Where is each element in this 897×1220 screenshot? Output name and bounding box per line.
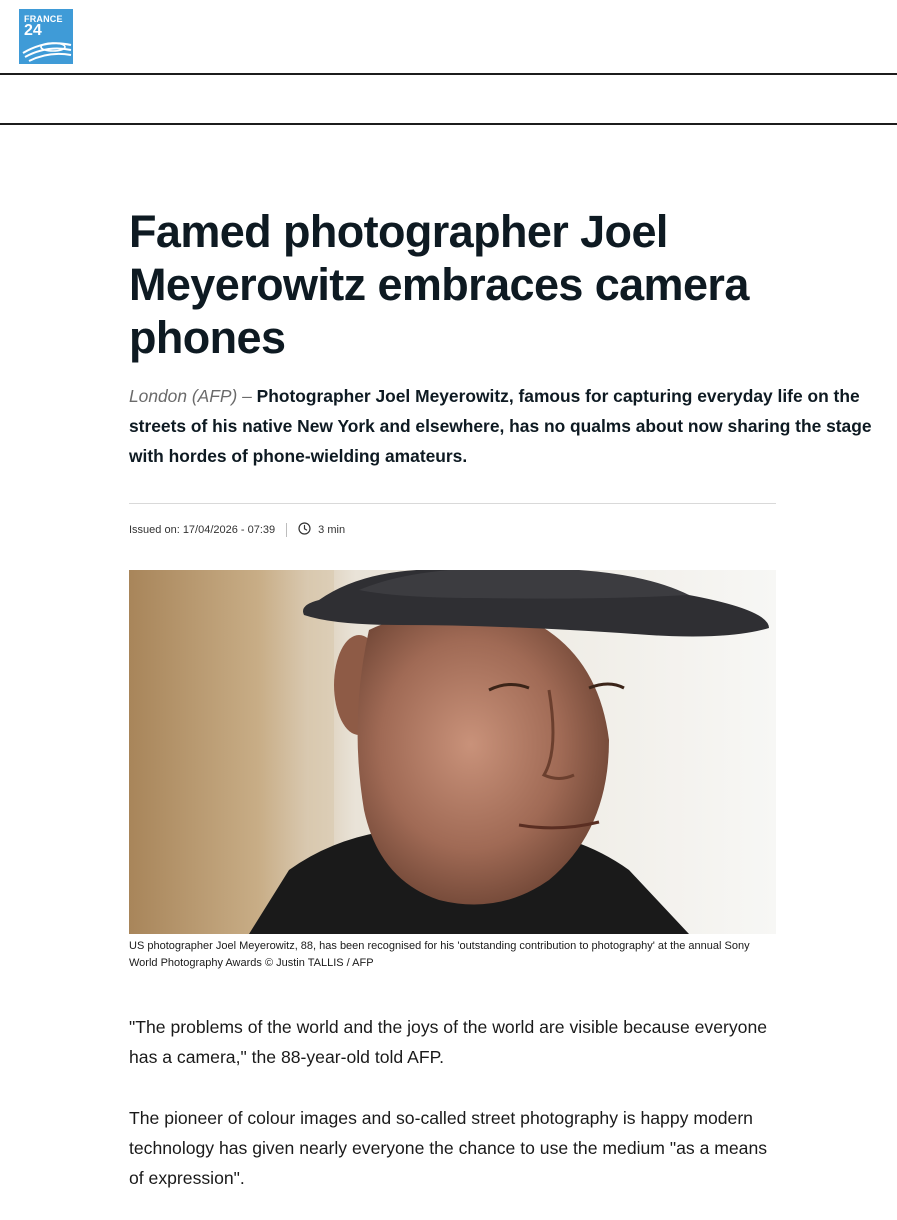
- issued-date: Issued on: 17/04/2026 - 07:39: [129, 524, 276, 536]
- navigation-bar: [0, 75, 897, 125]
- article-paragraph: The pioneer of colour images and so-call…: [129, 1108, 768, 1188]
- site-header: FRANCE 24: [0, 0, 897, 75]
- photo-credit: © Justin TALLIS / AFP: [264, 957, 374, 969]
- photo-caption: US photographer Joel Meyerowitz, 88, has…: [129, 938, 779, 972]
- article-meta: Issued on: 17/04/2026 - 07:39 3 min: [129, 520, 345, 540]
- logo-text-24: 24: [24, 22, 42, 39]
- article-photo: [129, 570, 776, 934]
- article-lede: London (AFP) – Photographer Joel Meyerow…: [129, 381, 874, 471]
- article-paragraph: "The problems of the world and the joys …: [129, 1017, 768, 1067]
- read-time: 3 min: [318, 524, 346, 536]
- article-title: Famed photographer Joel Meyerowitz embra…: [129, 206, 749, 363]
- dateline: London (AFP) –: [129, 386, 252, 406]
- divider: [129, 503, 776, 504]
- meta-separator: [286, 523, 288, 537]
- caption-text: US photographer Joel Meyerowitz, 88, has…: [129, 940, 750, 969]
- france24-logo[interactable]: FRANCE 24: [19, 9, 73, 64]
- clock-icon: [298, 522, 311, 538]
